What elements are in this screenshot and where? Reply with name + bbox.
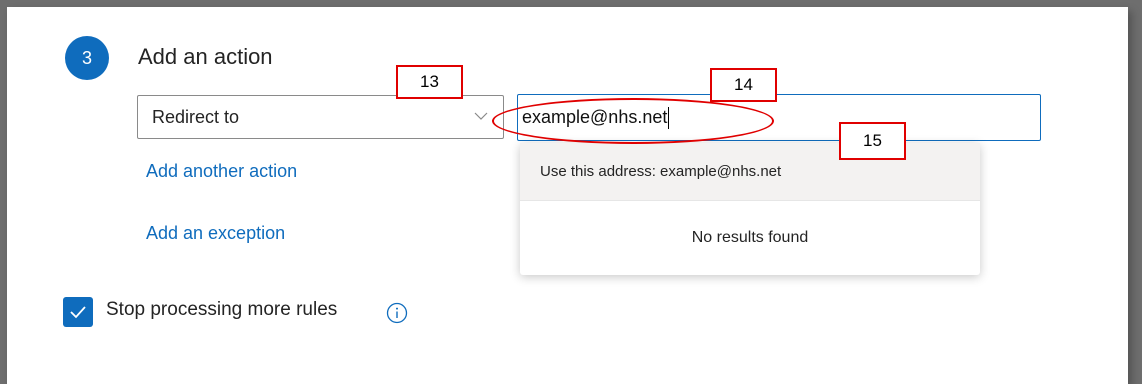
stop-processing-label: Stop processing more rules xyxy=(106,299,338,320)
step-number-badge: 3 xyxy=(65,36,109,80)
no-results-text: No results found xyxy=(691,229,809,246)
step-title: Add an action xyxy=(138,44,273,69)
add-another-action-link[interactable]: Add another action xyxy=(146,161,297,182)
annotation-callout-15: 15 xyxy=(839,122,906,160)
action-select[interactable]: Redirect to xyxy=(137,95,504,139)
action-select-value: Redirect to xyxy=(152,106,240,127)
annotation-highlight-ellipse xyxy=(492,98,774,144)
annotation-callout-13: 13 xyxy=(396,65,463,99)
suggestion-dropdown: Use this address: example@nhs.net No res… xyxy=(520,143,980,275)
use-address-suggestion[interactable]: Use this address: example@nhs.net xyxy=(520,143,980,201)
info-icon[interactable] xyxy=(386,302,408,324)
chevron-down-icon xyxy=(474,112,488,120)
checkmark-icon xyxy=(70,306,86,319)
add-exception-link[interactable]: Add an exception xyxy=(146,223,285,244)
stop-processing-checkbox[interactable] xyxy=(63,297,93,327)
annotation-callout-14: 14 xyxy=(710,68,777,102)
